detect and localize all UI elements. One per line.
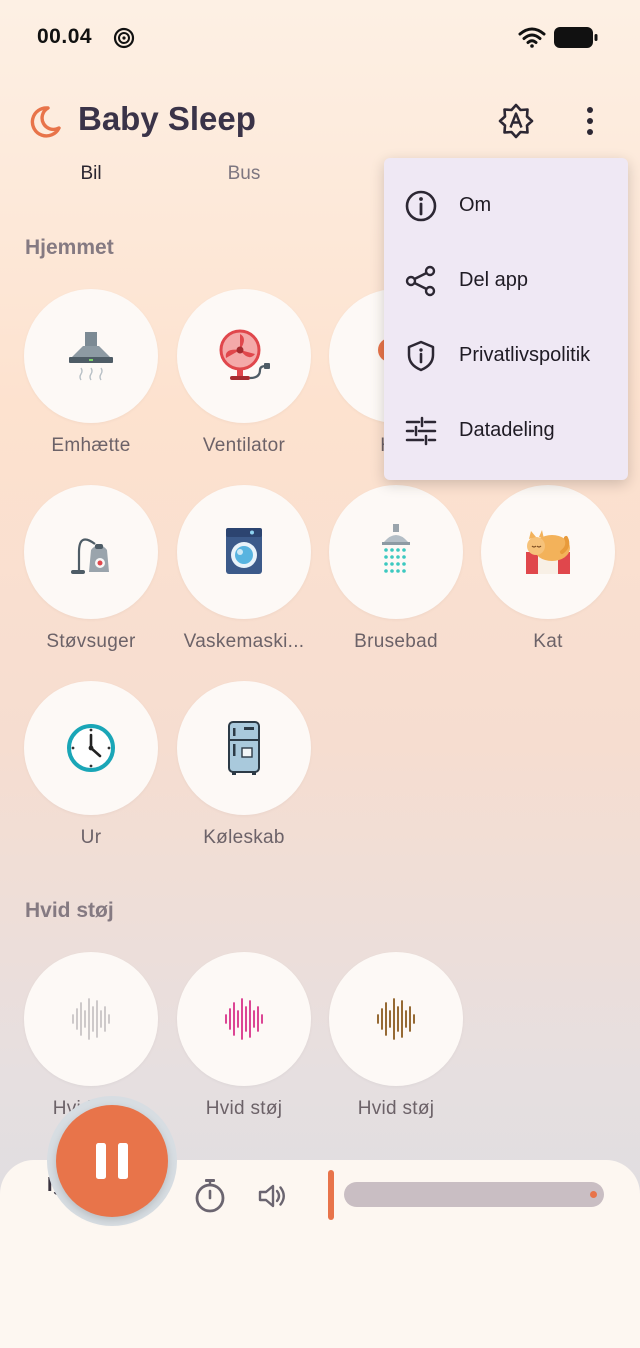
overflow-menu: Om Del app Privatlivspolitik Datadeling xyxy=(384,158,628,480)
tile-label: Ventilator xyxy=(202,435,286,456)
sound-tile-fan[interactable]: Ventilator xyxy=(168,289,320,479)
sound-tile-washing-machine[interactable]: Vaskemaski... xyxy=(168,485,320,675)
tab-bus[interactable]: Bus xyxy=(184,163,304,185)
app-title: Baby Sleep xyxy=(78,100,256,137)
pause-button[interactable] xyxy=(56,1105,168,1217)
menu-item-share-app[interactable]: Del app xyxy=(384,245,628,319)
sound-tile-white-noise-3[interactable]: Hvid støj xyxy=(320,952,472,1142)
timer-icon[interactable] xyxy=(192,1178,228,1214)
auto-brightness-icon[interactable] xyxy=(497,102,535,140)
wifi-icon xyxy=(518,27,546,48)
volume-slider-thumb[interactable] xyxy=(328,1170,334,1220)
menu-item-privacy-policy[interactable]: Privatlivspolitik xyxy=(384,320,628,394)
pause-icon xyxy=(96,1143,128,1179)
waveform-white-icon xyxy=(72,998,110,1040)
shower-icon xyxy=(382,524,410,573)
status-time: 00.04 xyxy=(37,25,93,48)
tile-label: Hvid støj xyxy=(357,1098,435,1119)
volume-slider-end-dot xyxy=(590,1191,597,1198)
tile-label: Støvsuger xyxy=(46,631,136,652)
tile-circle xyxy=(481,485,615,619)
privacy-shield-icon xyxy=(407,340,435,372)
menu-item-label: Datadeling xyxy=(459,419,555,441)
tile-circle xyxy=(24,289,158,423)
status-bar: 00.04 xyxy=(0,0,640,76)
volume-icon[interactable] xyxy=(256,1180,288,1212)
range-hood-icon xyxy=(69,332,113,381)
vacuum-icon xyxy=(71,538,109,574)
sound-tile-range-hood[interactable]: Emhætte xyxy=(15,289,167,479)
cat-icon xyxy=(526,530,570,574)
fridge-icon xyxy=(228,721,260,775)
tile-label: Vaskemaski... xyxy=(183,631,305,652)
tile-circle xyxy=(329,952,463,1086)
section-title-home: Hjemmet xyxy=(25,236,114,259)
sound-tile-vacuum[interactable]: Støvsuger xyxy=(15,485,167,675)
menu-item-label: Privatlivspolitik xyxy=(459,344,591,366)
moon-icon xyxy=(30,106,61,138)
tab-bil[interactable]: Bil xyxy=(31,163,151,185)
waveform-brown-icon xyxy=(377,998,415,1040)
sound-tile-cat[interactable]: Kat xyxy=(472,485,624,675)
sound-tile-fridge[interactable]: Køleskab xyxy=(168,681,320,871)
sliders-icon xyxy=(405,416,437,446)
washing-machine-icon xyxy=(226,528,262,574)
tile-label: Hvid støj xyxy=(205,1098,283,1119)
tile-circle xyxy=(177,289,311,423)
app-bar: Baby Sleep xyxy=(0,90,640,154)
tile-label: Køleskab xyxy=(203,827,285,848)
more-vert-icon[interactable] xyxy=(578,104,602,138)
waveform-pink-icon xyxy=(225,998,263,1040)
menu-item-data-sharing[interactable]: Datadeling xyxy=(384,395,628,469)
tile-circle xyxy=(177,681,311,815)
tile-label: Ur xyxy=(80,827,102,848)
tile-circle xyxy=(24,681,158,815)
fan-icon xyxy=(219,329,270,380)
section-title-white-noise: Hvid støj xyxy=(25,899,114,922)
tile-circle xyxy=(177,485,311,619)
tile-circle xyxy=(177,952,311,1086)
menu-item-label: Om xyxy=(459,194,492,216)
battery-icon xyxy=(554,27,598,48)
sound-tile-clock[interactable]: Ur xyxy=(15,681,167,871)
sound-tile-white-noise-2[interactable]: Hvid støj xyxy=(168,952,320,1142)
volume-slider-track[interactable] xyxy=(344,1182,604,1207)
menu-item-label: Del app xyxy=(459,269,528,291)
tile-label: Emhætte xyxy=(51,435,131,456)
tile-label: Kat xyxy=(533,631,563,652)
info-icon xyxy=(405,190,437,222)
clock-icon xyxy=(67,724,115,772)
sound-tile-shower[interactable]: Brusebad xyxy=(320,485,472,675)
focus-mode-icon xyxy=(113,27,135,49)
menu-item-about[interactable]: Om xyxy=(384,170,628,244)
tile-label: Brusebad xyxy=(354,631,438,652)
share-icon xyxy=(405,265,436,297)
tile-circle xyxy=(24,485,158,619)
tile-circle xyxy=(329,485,463,619)
tile-circle xyxy=(24,952,158,1086)
